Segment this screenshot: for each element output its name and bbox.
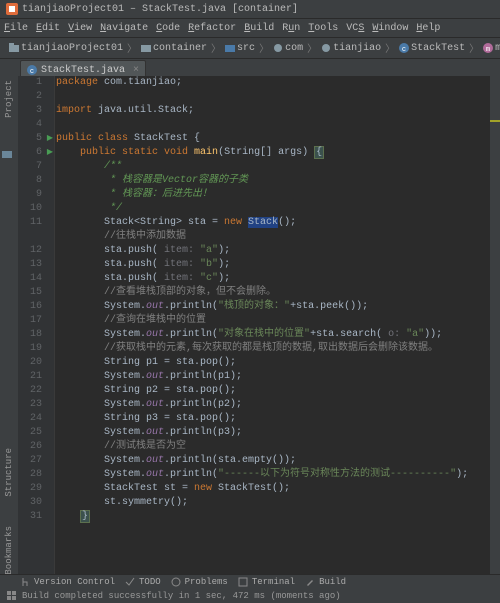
menu-build[interactable]: Build bbox=[244, 23, 274, 34]
menu-edit[interactable]: Edit bbox=[36, 23, 60, 34]
menu-view[interactable]: View bbox=[68, 23, 92, 34]
folder-icon[interactable] bbox=[1, 148, 13, 160]
menu-tools[interactable]: Tools bbox=[308, 23, 338, 34]
menu-bar[interactable]: File Edit View Navigate Code Refactor Bu… bbox=[0, 19, 500, 38]
svg-text:c: c bbox=[30, 68, 34, 75]
chevron-right-icon: 〉 bbox=[468, 40, 480, 56]
svg-text:m: m bbox=[486, 46, 490, 53]
status-text: Build completed successfully in 1 sec, 4… bbox=[22, 591, 341, 601]
crumb-pkg1[interactable]: com bbox=[270, 43, 306, 54]
editor-scrollbar[interactable] bbox=[490, 76, 500, 575]
menu-code[interactable]: Code bbox=[156, 23, 180, 34]
menu-refactor[interactable]: Refactor bbox=[188, 23, 236, 34]
hammer-icon bbox=[305, 577, 315, 587]
status-bar: Build completed successfully in 1 sec, 4… bbox=[0, 589, 500, 603]
toolwin-terminal[interactable]: Terminal bbox=[238, 577, 295, 587]
folder-icon bbox=[225, 43, 235, 53]
menu-navigate[interactable]: Navigate bbox=[100, 23, 148, 34]
menu-file[interactable]: File bbox=[4, 23, 28, 34]
toolwin-structure[interactable]: Structure bbox=[4, 448, 14, 497]
chevron-right-icon: 〉 bbox=[258, 40, 270, 56]
close-icon[interactable]: × bbox=[133, 65, 139, 76]
window-title: tianjiaoProject01 – StackTest.java [cont… bbox=[22, 4, 298, 15]
folder-icon bbox=[141, 43, 151, 53]
left-tool-strip: Project Structure Bookmarks bbox=[0, 76, 19, 575]
toolwin-bookmarks[interactable]: Bookmarks bbox=[4, 526, 14, 575]
toolwin-vcs[interactable]: Version Control bbox=[20, 577, 115, 587]
menu-window[interactable]: Window bbox=[372, 23, 408, 34]
windows-icon[interactable] bbox=[6, 590, 18, 602]
toolwin-todo[interactable]: TODO bbox=[125, 577, 161, 587]
menu-run[interactable]: Run bbox=[282, 23, 300, 34]
package-icon bbox=[273, 43, 283, 53]
chevron-right-icon: 〉 bbox=[126, 40, 138, 56]
crumb-src[interactable]: src bbox=[222, 43, 258, 54]
folder-icon bbox=[9, 43, 19, 53]
class-icon: c bbox=[399, 43, 409, 53]
tab-label: StackTest.java bbox=[41, 65, 125, 76]
chevron-right-icon: 〉 bbox=[210, 40, 222, 56]
crumb-project[interactable]: tianjiaoProject01 bbox=[6, 43, 126, 54]
run-gutter-icon[interactable]: ▶ bbox=[44, 132, 56, 146]
warning-stripe-icon[interactable] bbox=[490, 120, 500, 122]
menu-help[interactable]: Help bbox=[416, 23, 440, 34]
breadcrumb: tianjiaoProject01 〉 container 〉 src 〉 co… bbox=[0, 38, 500, 59]
app-icon bbox=[6, 3, 18, 15]
branch-icon bbox=[20, 577, 30, 587]
title-bar: tianjiaoProject01 – StackTest.java [cont… bbox=[0, 0, 500, 19]
bottom-tool-strip: Version Control TODO Problems Terminal B… bbox=[0, 574, 500, 589]
class-icon: c bbox=[27, 65, 37, 75]
chevron-right-icon: 〉 bbox=[384, 40, 396, 56]
crumb-module[interactable]: container bbox=[138, 43, 210, 54]
run-gutter-icon[interactable]: ▶ bbox=[44, 146, 56, 160]
toolwin-build[interactable]: Build bbox=[305, 577, 346, 587]
crumb-method[interactable]: mmain bbox=[480, 43, 500, 54]
menu-vcs[interactable]: VCS bbox=[346, 23, 364, 34]
crumb-class[interactable]: cStackTest bbox=[396, 43, 468, 54]
terminal-icon bbox=[238, 577, 248, 587]
crumb-pkg2[interactable]: tianjiao bbox=[318, 43, 384, 54]
svg-text:c: c bbox=[402, 46, 406, 53]
method-icon: m bbox=[483, 43, 493, 53]
warning-icon bbox=[171, 577, 181, 587]
chevron-right-icon: 〉 bbox=[306, 40, 318, 56]
toolwin-problems[interactable]: Problems bbox=[171, 577, 228, 587]
package-icon bbox=[321, 43, 331, 53]
check-icon bbox=[125, 577, 135, 587]
toolwin-project[interactable]: Project bbox=[4, 80, 14, 118]
editor[interactable]: 1package com.tianjiao; 2 3import java.ut… bbox=[18, 76, 500, 575]
